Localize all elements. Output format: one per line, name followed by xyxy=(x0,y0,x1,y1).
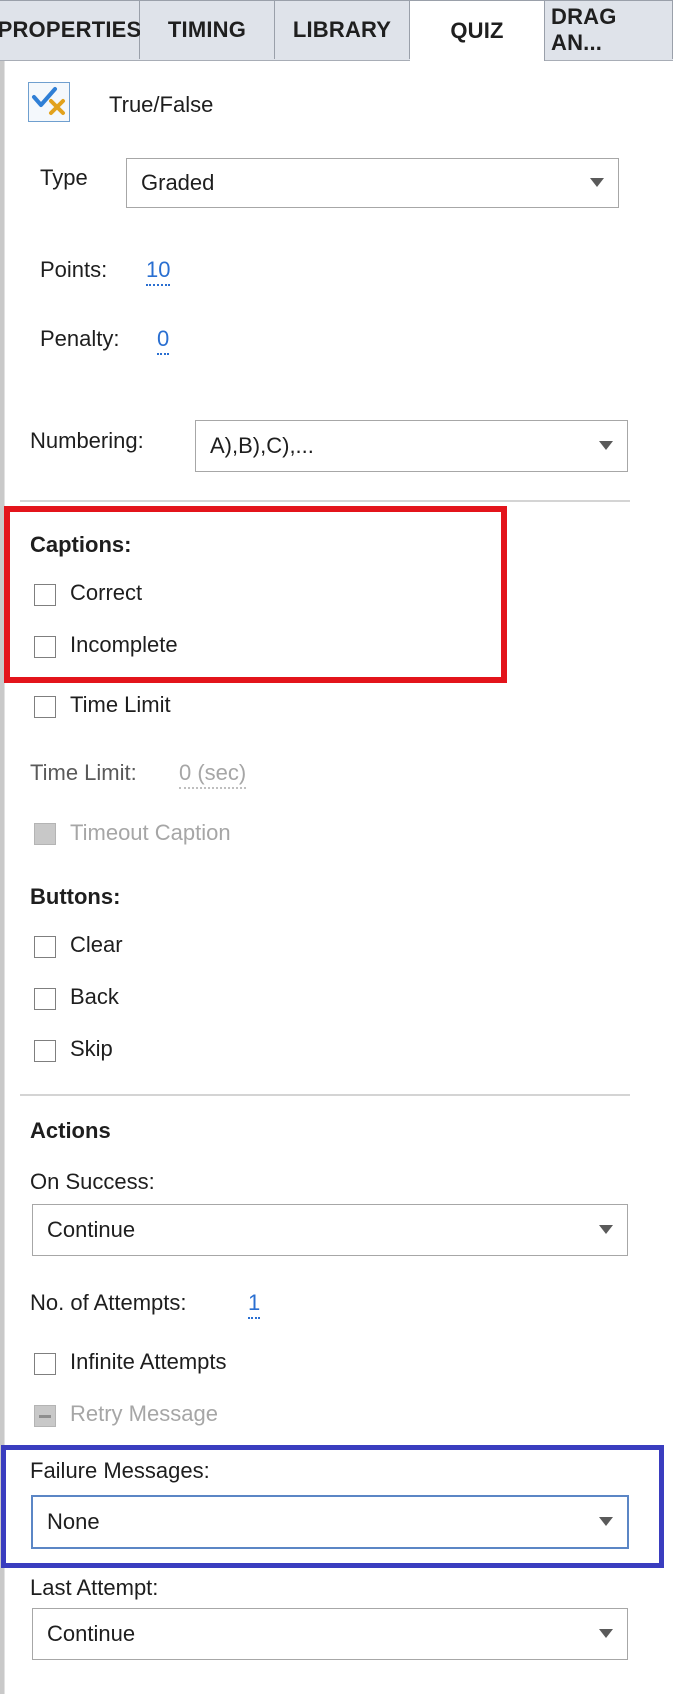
clear-label: Clear xyxy=(70,932,123,957)
numbering-label: Numbering: xyxy=(30,428,144,453)
tab-bar: PROPERTIES TIMING LIBRARY QUIZ DRAG AN..… xyxy=(0,0,673,61)
tab-timing[interactable]: TIMING xyxy=(140,0,275,59)
actions-heading: Actions xyxy=(30,1118,111,1143)
penalty-value[interactable]: 0 xyxy=(157,326,170,355)
last-attempt-label: Last Attempt: xyxy=(30,1575,159,1600)
type-label: Type xyxy=(40,165,88,190)
attempts-label: No. of Attempts: xyxy=(30,1290,187,1315)
skip-checkbox[interactable] xyxy=(34,1040,56,1062)
type-select-value: Graded xyxy=(141,170,215,195)
tab-label: LIBRARY xyxy=(292,17,392,42)
buttons-heading: Buttons: xyxy=(30,884,121,909)
on-success-label: On Success: xyxy=(30,1169,155,1194)
time-limit-checkbox-label: Time Limit xyxy=(70,692,171,717)
type-select[interactable]: Graded xyxy=(126,158,619,208)
retry-message-label: Retry Message xyxy=(70,1401,218,1426)
tab-label: DRAG AN... xyxy=(551,4,617,55)
points-label: Points: xyxy=(40,257,108,282)
back-checkbox[interactable] xyxy=(34,988,56,1010)
chevron-down-icon xyxy=(590,178,604,187)
tab-quiz[interactable]: QUIZ xyxy=(410,0,545,61)
infinite-attempts-checkbox[interactable] xyxy=(34,1353,56,1375)
back-label: Back xyxy=(70,984,119,1009)
retry-message-checkbox xyxy=(34,1405,56,1427)
chevron-down-icon xyxy=(599,441,613,450)
tab-properties[interactable]: PROPERTIES xyxy=(0,0,142,59)
tab-label: PROPERTIES xyxy=(0,17,142,42)
on-success-select-value: Continue xyxy=(47,1217,136,1242)
question-type-label: True/False xyxy=(109,92,214,117)
captions-highlight-box xyxy=(4,506,507,683)
penalty-label: Penalty: xyxy=(40,326,120,351)
time-limit-label: Time Limit: xyxy=(30,760,137,785)
attempts-value[interactable]: 1 xyxy=(248,1290,261,1319)
tab-label: TIMING xyxy=(167,17,247,42)
tab-library[interactable]: LIBRARY xyxy=(275,0,410,59)
skip-label: Skip xyxy=(70,1036,113,1061)
numbering-select-value: A),B),C),... xyxy=(210,433,314,458)
panel-left-border-inner xyxy=(4,0,5,1694)
timeout-caption-checkbox xyxy=(34,823,56,845)
chevron-down-icon xyxy=(599,1225,613,1234)
points-value[interactable]: 10 xyxy=(146,257,171,286)
timeout-caption-label: Timeout Caption xyxy=(70,820,231,845)
time-limit-checkbox[interactable] xyxy=(34,696,56,718)
on-success-select[interactable]: Continue xyxy=(32,1204,628,1256)
true-false-icon xyxy=(28,82,70,122)
section-divider xyxy=(20,1094,630,1096)
numbering-select[interactable]: A),B),C),... xyxy=(195,420,628,472)
chevron-down-icon xyxy=(599,1629,613,1638)
time-limit-value: 0 (sec) xyxy=(179,760,247,789)
last-attempt-select[interactable]: Continue xyxy=(32,1608,628,1660)
failure-messages-highlight-box xyxy=(1,1445,664,1568)
infinite-attempts-label: Infinite Attempts xyxy=(70,1349,227,1374)
clear-checkbox[interactable] xyxy=(34,936,56,958)
last-attempt-select-value: Continue xyxy=(47,1621,136,1646)
tab-label: QUIZ xyxy=(450,18,504,43)
section-divider xyxy=(20,500,630,502)
tab-drag-and-drop[interactable]: DRAG AN... xyxy=(545,0,673,59)
